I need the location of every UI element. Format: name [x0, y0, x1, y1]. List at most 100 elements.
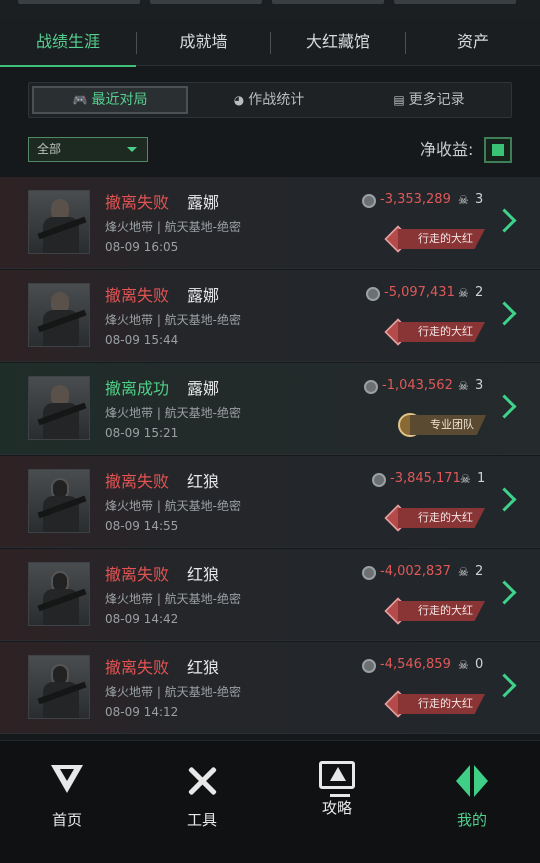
top-strip-segment — [272, 0, 384, 4]
extraction-status: 撤离失败 — [105, 658, 170, 677]
chevron-right-icon[interactable] — [496, 300, 514, 330]
document-icon: ▤ — [393, 93, 405, 107]
operator-name: 露娜 — [187, 193, 220, 212]
operator-avatar — [28, 562, 90, 626]
chevron-right-icon[interactable] — [496, 672, 514, 702]
filter-dropdown[interactable]: 全部 — [28, 137, 148, 162]
operator-avatar — [28, 376, 90, 440]
match-record[interactable]: 撤离成功 露娜 烽火地带 | 航天基地-绝密 08-09 15:21 -1,04… — [0, 363, 540, 455]
skull-icon: ☠ — [458, 286, 469, 300]
net-amount: -3,353,289 — [380, 192, 451, 207]
match-record[interactable]: 撤离失败 露娜 烽火地带 | 航天基地-绝密 08-09 15:44 -5,09… — [0, 270, 540, 362]
nav-label: 首页 — [51, 811, 82, 829]
home-icon — [47, 761, 87, 801]
segment-label: 作战统计 — [248, 92, 305, 108]
skull-icon: ☠ — [460, 472, 471, 486]
guide-icon — [319, 761, 355, 797]
match-time: 08-09 14:55 — [105, 519, 179, 533]
segment-recent-matches[interactable]: 🎮 最近对局 — [32, 86, 188, 114]
chevron-right-icon[interactable] — [496, 207, 514, 237]
match-time: 08-09 15:21 — [105, 426, 179, 440]
map-name: 烽火地带 | 航天基地-绝密 — [105, 406, 242, 420]
kill-count: 3 — [475, 192, 484, 207]
segment-combat-stats[interactable]: ◕ 作战统计 — [191, 86, 347, 114]
skull-icon: ☠ — [458, 379, 469, 393]
kill-count: 1 — [477, 471, 486, 486]
chevron-right-icon[interactable] — [496, 579, 514, 609]
nav-tools[interactable]: 工具 — [162, 761, 242, 841]
segment-label: 最近对局 — [91, 92, 148, 108]
segment-more-records[interactable]: ▤ 更多记录 — [351, 86, 507, 114]
main-tabs: 战绩生涯 成就墙 大红藏馆 资产 — [0, 20, 540, 67]
nav-label: 工具 — [186, 811, 217, 829]
nav-me[interactable]: 我的 — [432, 761, 512, 841]
tab-achievements[interactable]: 成就墙 — [137, 20, 270, 66]
kill-count: 2 — [475, 285, 484, 300]
badge-label: 专业团队 — [410, 415, 486, 435]
extraction-status: 撤离失败 — [105, 193, 170, 212]
nav-label: 我的 — [456, 811, 487, 829]
tab-collection[interactable]: 大红藏馆 — [271, 20, 405, 66]
coin-icon — [362, 566, 376, 580]
chevron-down-icon — [127, 147, 137, 152]
coin-icon — [364, 380, 378, 394]
map-name: 烽火地带 | 航天基地-绝密 — [105, 220, 242, 234]
operator-name: 红狼 — [187, 565, 220, 584]
operator-name: 露娜 — [187, 286, 220, 305]
coin-icon — [362, 659, 376, 673]
pie-chart-icon: ◕ — [233, 93, 245, 107]
operator-name: 红狼 — [187, 472, 220, 491]
me-icon — [452, 761, 492, 801]
operator-avatar — [28, 190, 90, 254]
match-time: 08-09 16:05 — [105, 240, 179, 254]
chevron-right-icon[interactable] — [496, 486, 514, 516]
operator-avatar — [28, 655, 90, 719]
match-time: 08-09 15:44 — [105, 333, 179, 347]
extraction-status: 撤离失败 — [105, 286, 170, 305]
map-name: 烽火地带 | 航天基地-绝密 — [105, 313, 242, 327]
skull-icon: ☠ — [458, 658, 469, 672]
map-name: 烽火地带 | 航天基地-绝密 — [105, 685, 242, 699]
bottom-nav: 首页 工具 攻略 我的 — [0, 740, 540, 863]
gamepad-icon: 🎮 — [72, 93, 88, 107]
filter-selected: 全部 — [37, 142, 62, 156]
net-amount: -3,845,171 — [390, 471, 461, 486]
net-income-toggle[interactable] — [484, 137, 512, 163]
match-record[interactable]: 撤离失败 红狼 烽火地带 | 航天基地-绝密 08-09 14:12 -4,54… — [0, 642, 540, 734]
segment-label: 更多记录 — [408, 92, 465, 108]
coin-icon — [366, 287, 380, 301]
badge-label: 行走的大红 — [398, 322, 485, 342]
badge-label: 行走的大红 — [398, 601, 485, 621]
badge-label: 行走的大红 — [398, 694, 485, 714]
nav-home[interactable]: 首页 — [27, 761, 107, 841]
skull-icon: ☠ — [458, 193, 469, 207]
kill-count: 2 — [475, 564, 484, 579]
map-name: 烽火地带 | 航天基地-绝密 — [105, 592, 242, 606]
badge-label: 行走的大红 — [398, 229, 485, 249]
top-strip — [0, 0, 540, 20]
net-amount: -1,043,562 — [382, 378, 453, 393]
net-amount: -4,546,859 — [380, 657, 451, 672]
operator-name: 露娜 — [187, 379, 220, 398]
top-strip-segment — [150, 0, 262, 4]
tab-assets[interactable]: 资产 — [406, 20, 540, 66]
tab-career[interactable]: 战绩生涯 — [0, 20, 136, 67]
match-time: 08-09 14:42 — [105, 612, 179, 626]
kill-count: 0 — [475, 657, 484, 672]
map-name: 烽火地带 | 航天基地-绝密 — [105, 499, 242, 513]
operator-avatar — [28, 469, 90, 533]
extraction-status: 撤离失败 — [105, 472, 170, 491]
extraction-status: 撤离失败 — [105, 565, 170, 584]
segment-control: 🎮 最近对局 ◕ 作战统计 ▤ 更多记录 — [28, 82, 512, 118]
match-record[interactable]: 撤离失败 红狼 烽火地带 | 航天基地-绝密 08-09 14:55 -3,84… — [0, 456, 540, 548]
chevron-right-icon[interactable] — [496, 393, 514, 423]
nav-label: 攻略 — [321, 799, 352, 817]
top-strip-segment — [394, 0, 516, 4]
operator-name: 红狼 — [187, 658, 220, 677]
net-amount: -5,097,431 — [384, 285, 455, 300]
coin-icon — [372, 473, 386, 487]
nav-guide[interactable]: 攻略 — [297, 761, 377, 841]
tools-icon — [182, 761, 222, 801]
match-record[interactable]: 撤离失败 红狼 烽火地带 | 航天基地-绝密 08-09 14:42 -4,00… — [0, 549, 540, 641]
match-record[interactable]: 撤离失败 露娜 烽火地带 | 航天基地-绝密 08-09 16:05 -3,35… — [0, 177, 540, 269]
